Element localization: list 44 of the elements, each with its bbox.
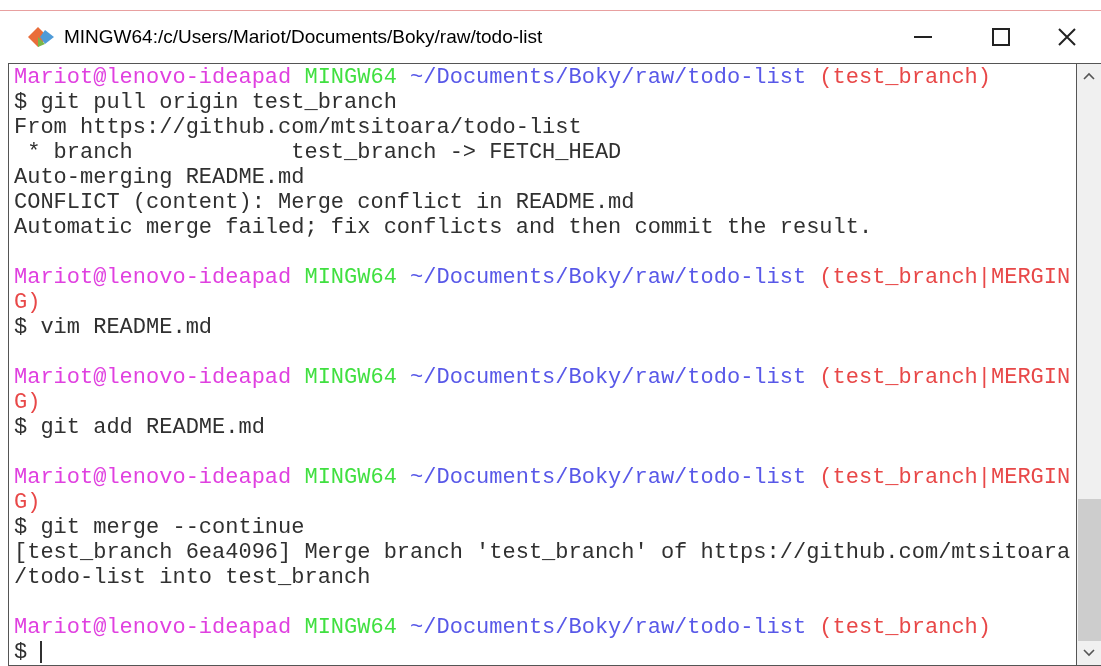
terminal-text: ~/Documents/Boky/raw/todo-list xyxy=(410,465,808,490)
terminal-text: G) xyxy=(14,290,41,315)
terminal-text: [test_branch 6ea4096] Merge branch 'test_branch' of https://github.com/mtsitoara xyxy=(14,540,1071,565)
terminal-text: MINGW64 xyxy=(304,265,398,290)
terminal-text: Mariot@lenovo-ideapad xyxy=(14,365,293,390)
terminal-text: MINGW64 xyxy=(304,65,398,90)
terminal-text: Mariot@lenovo-ideapad xyxy=(14,615,293,640)
terminal-text: $ git pull origin test_branch xyxy=(14,90,397,115)
maximize-icon xyxy=(992,28,1010,46)
terminal-text: (test_branch|MERGIN xyxy=(819,465,1071,490)
terminal-text: $ git merge --continue xyxy=(14,515,305,540)
terminal-text: MINGW64 xyxy=(304,465,398,490)
window-title: MINGW64:/c/Users/Mariot/Documents/Boky/raw/todo-list xyxy=(64,24,543,49)
terminal-text: G) xyxy=(14,490,41,515)
terminal-text: CONFLICT (content): Merge conflict in README.md xyxy=(14,190,635,215)
terminal-text: ~/Documents/Boky/raw/todo-list xyxy=(410,265,808,290)
scrollbar[interactable] xyxy=(1076,64,1101,665)
terminal-text: G) xyxy=(14,390,41,415)
terminal-text: (test_branch|MERGIN xyxy=(819,365,1071,390)
scroll-down-icon[interactable] xyxy=(1083,649,1095,657)
terminal-text: From https://github.com/mtsitoara/todo-list xyxy=(14,115,582,140)
terminal-text: Automatic merge failed; fix conflicts and then commit the result. xyxy=(14,215,873,240)
terminal-text: $ vim README.md xyxy=(14,315,213,340)
scroll-up-icon[interactable] xyxy=(1083,72,1095,80)
terminal-text: (test_branch|MERGIN xyxy=(819,265,1071,290)
terminal-text: * branch test_branch -> FETCH_HEAD xyxy=(26,140,622,165)
minimize-icon xyxy=(914,36,932,38)
scrollbar-thumb[interactable] xyxy=(1077,499,1101,641)
terminal-text: (test_branch) xyxy=(819,615,991,640)
terminal-text: MINGW64 xyxy=(304,365,398,390)
terminal-text: MINGW64 xyxy=(304,615,398,640)
terminal-text: ~/Documents/Boky/raw/todo-list xyxy=(410,365,808,390)
terminal-text: (test_branch) xyxy=(819,65,991,90)
terminal-text: Auto-merging README.md xyxy=(14,165,305,190)
terminal-text: $ git add README.md xyxy=(14,415,265,440)
terminal-text: ~/Documents/Boky/raw/todo-list xyxy=(410,615,808,640)
terminal-text: Mariot@lenovo-ideapad xyxy=(14,465,293,490)
close-icon xyxy=(1058,28,1076,46)
terminal-text: Mariot@lenovo-ideapad xyxy=(14,65,293,90)
terminal-text: Mariot@lenovo-ideapad xyxy=(14,265,293,290)
terminal-text: $ xyxy=(14,640,29,665)
diamond-logo-icon xyxy=(26,25,56,49)
terminal-text: /todo-list into test_branch xyxy=(14,565,371,590)
terminal-text: ~/Documents/Boky/raw/todo-list xyxy=(410,65,808,90)
